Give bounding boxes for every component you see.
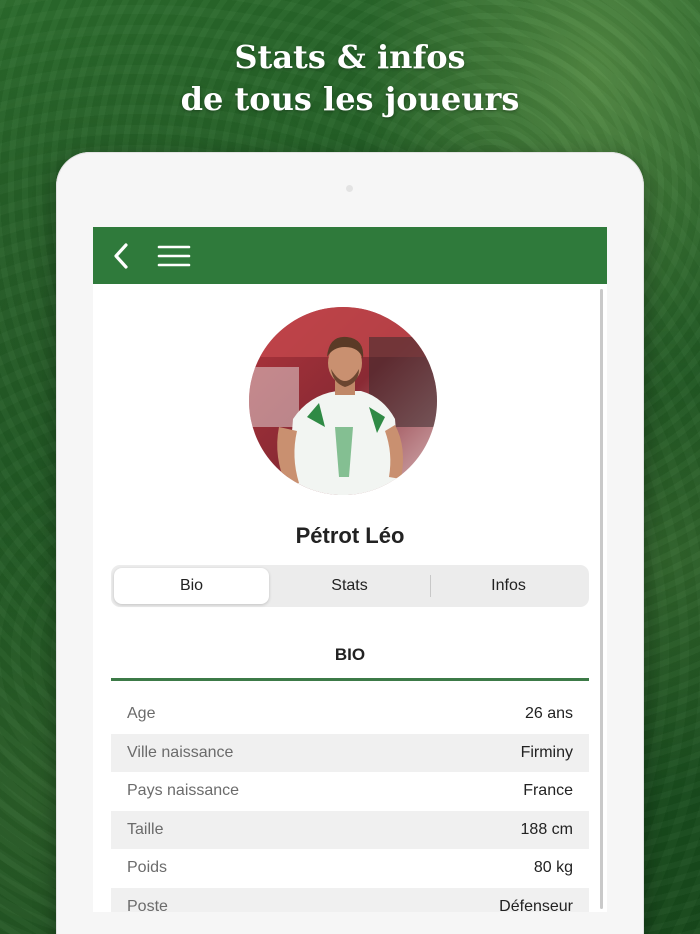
row-value: 188 cm xyxy=(520,820,573,838)
player-name: Pétrot Léo xyxy=(295,523,405,548)
bio-table: Age 26 ans Ville naissance Firminy Pays … xyxy=(111,695,589,912)
tab-bio[interactable]: Bio xyxy=(114,568,269,604)
player-avatar xyxy=(249,307,437,495)
table-row: Ville naissance Firminy xyxy=(111,733,589,772)
row-value: France xyxy=(523,782,573,800)
tab-stats[interactable]: Stats xyxy=(272,568,427,604)
row-label: Poids xyxy=(127,859,168,877)
row-label: Taille xyxy=(127,820,164,838)
camera-dot xyxy=(346,185,353,192)
table-row: Taille 188 cm xyxy=(111,810,589,849)
tab-bar: Bio Stats Infos xyxy=(111,565,589,607)
row-value: 80 kg xyxy=(533,859,573,877)
row-label: Ville naissance xyxy=(127,743,234,761)
app-screen: Pétrot Léo Bio Stats Infos BIO Age 26 an… xyxy=(93,227,607,912)
tab-infos[interactable]: Infos xyxy=(431,568,586,604)
row-value: Firminy xyxy=(520,743,573,761)
promo-headline: Stats & infos de tous les joueurs xyxy=(0,36,700,120)
table-row: Poids 80 kg xyxy=(111,849,589,888)
chevron-left-icon[interactable] xyxy=(111,242,131,270)
headline-line-1: Stats & infos xyxy=(234,38,466,76)
app-header xyxy=(93,227,607,284)
table-row: Poste Défenseur xyxy=(111,887,589,912)
tablet-frame: Pétrot Léo Bio Stats Infos BIO Age 26 an… xyxy=(56,152,644,934)
row-label: Poste xyxy=(127,897,168,912)
headline-line-2: de tous les joueurs xyxy=(180,80,520,118)
table-row: Age 26 ans xyxy=(111,695,589,734)
row-label: Pays naissance xyxy=(127,782,240,800)
row-label: Age xyxy=(127,705,156,723)
row-value: 26 ans xyxy=(524,705,573,723)
section-title: BIO xyxy=(334,645,366,664)
hamburger-menu-icon[interactable] xyxy=(157,243,191,269)
scrollbar[interactable] xyxy=(600,289,603,909)
row-value: Défenseur xyxy=(499,897,573,912)
table-row: Pays naissance France xyxy=(111,772,589,811)
section-divider xyxy=(111,678,589,681)
